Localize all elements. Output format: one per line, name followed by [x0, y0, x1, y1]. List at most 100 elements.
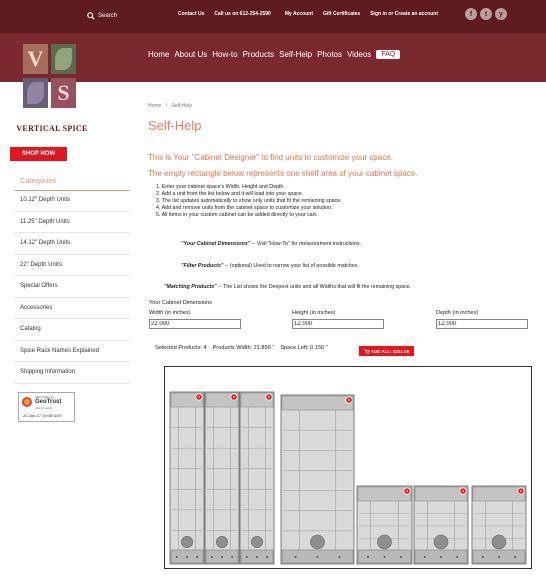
height-label: Height (in inches): [292, 310, 336, 316]
seal-verify: click to verify: [35, 406, 53, 410]
category-item-catalog[interactable]: Catalog: [14, 319, 130, 341]
width-input[interactable]: [149, 319, 241, 329]
breadcrumb-home[interactable]: Home: [148, 103, 161, 109]
contact-us-link[interactable]: Contact Us: [178, 11, 204, 17]
nav-products[interactable]: Products: [243, 50, 275, 59]
depth-input[interactable]: [436, 319, 528, 329]
note-term: "Your Cabinet Dimensions": [181, 241, 251, 247]
unit-screw: [210, 556, 213, 558]
close-icon: ×: [233, 395, 236, 400]
unit-screw: [456, 556, 459, 558]
selected-products-count: Selected Products: 4: [155, 345, 207, 351]
unit-top-shelf: [281, 395, 354, 411]
category-list: 10.12" Depth Units 11.25" Depth Units 14…: [14, 190, 130, 384]
note-matching-products: "Matching Products" -- The List shows th…: [164, 284, 411, 290]
unit-screw: [231, 556, 234, 558]
geotrust-logo-icon: [22, 397, 32, 407]
cart-icon: [363, 348, 370, 354]
search-label: Search: [98, 13, 118, 19]
short-unit-1[interactable]: ×: [356, 485, 413, 565]
nav-home[interactable]: Home: [148, 50, 169, 59]
unit-screw: [338, 556, 341, 558]
categories-heading: Categories: [20, 176, 57, 185]
page-title: Self-Help: [148, 118, 202, 133]
note-filter-products: "Filter Products" -- (optional) Used to …: [181, 263, 359, 269]
gift-certificates-link[interactable]: Gift Certificates: [323, 11, 360, 17]
note-text: -- Visit "How-To" for measurement instru…: [250, 241, 362, 247]
add-all-label: ADD ALL: $221.00: [370, 348, 410, 354]
add-all-to-cart-button[interactable]: ADD ALL: $221.00: [359, 346, 414, 356]
twitter-icon[interactable]: t: [480, 8, 492, 20]
unit-screw: [367, 556, 369, 558]
category-item-14-12-depth[interactable]: 14.12" Depth Units: [14, 233, 130, 255]
unit-screw: [316, 556, 319, 558]
page: Search Contact Us Call us on 612-254-259…: [0, 0, 546, 581]
step-4: 4. Add and remove units from the cabinet…: [156, 205, 333, 211]
intro-heading-2: The empty rectangle below represents one…: [148, 169, 418, 178]
close-icon: ×: [268, 395, 271, 400]
geotrust-seal[interactable]: SECURED BY GeoTrust click to verify 20-J…: [18, 392, 75, 422]
unit-handle: [377, 534, 392, 550]
unit-handle: [181, 536, 193, 548]
unit-handle: [491, 534, 507, 550]
category-item-special-offers[interactable]: Special Offers: [14, 276, 130, 298]
close-icon: ×: [348, 398, 351, 403]
search-icon: [87, 12, 95, 20]
unit-top-shelf: [414, 486, 468, 502]
facebook-icon[interactable]: f: [465, 8, 477, 20]
unit-handle: [216, 536, 228, 548]
nav-about-us[interactable]: About Us: [174, 50, 207, 59]
dimensions-title: Your Cabinet Dimensions: [149, 300, 212, 306]
nav-videos[interactable]: Videos: [347, 50, 371, 59]
unit-top-shelf: [472, 486, 526, 502]
youtube-icon[interactable]: y: [495, 8, 507, 20]
shop-now-button[interactable]: SHOP NOW: [10, 147, 67, 161]
top-bar: Search Contact Us Call us on 612-254-259…: [0, 0, 546, 33]
tall-narrow-unit-3[interactable]: ×: [239, 391, 275, 565]
unit-top-shelf: [357, 486, 412, 502]
space-left: Space Left: 0.150 ": [280, 345, 328, 351]
unit-screw: [481, 556, 484, 558]
unit-screw: [440, 556, 442, 558]
tall-narrow-unit-1[interactable]: ×: [169, 391, 205, 565]
unit-handle: [251, 536, 263, 548]
herb-icon: [55, 48, 72, 70]
nav-photos[interactable]: Photos: [317, 50, 342, 59]
tall-narrow-unit-2[interactable]: ×: [204, 391, 240, 565]
height-input[interactable]: [292, 319, 384, 329]
tall-wide-unit[interactable]: ×: [280, 394, 355, 565]
site-logo[interactable]: V S VERTICAL SPICE: [16, 37, 88, 137]
close-icon: ×: [406, 489, 409, 494]
short-unit-2[interactable]: ×: [413, 485, 469, 565]
unit-handle: [433, 534, 449, 550]
selection-summary: Selected Products: 4 Products Width: 21.…: [155, 345, 328, 351]
category-item-accessories[interactable]: Accessories: [14, 298, 130, 319]
unit-screw: [266, 556, 269, 558]
nav-faq-button[interactable]: FAQ: [376, 50, 401, 59]
note-text: -- (optional) Used to narrow your list o…: [223, 263, 359, 269]
category-item-spice-rack-names[interactable]: Spice Rack Names Explained: [14, 341, 130, 362]
phone-link[interactable]: Call us on 612-254-2590: [214, 11, 270, 17]
seal-brand: GeoTrust: [35, 399, 62, 405]
note-term: "Filter Products": [181, 263, 224, 269]
unit-screw: [400, 556, 402, 558]
nav-how-to[interactable]: How-to: [212, 50, 237, 59]
unit-screw: [256, 556, 258, 558]
category-item-10-12-depth[interactable]: 10.12" Depth Units: [14, 190, 130, 212]
logo-tile-s: S: [51, 78, 76, 108]
my-account-link[interactable]: My Account: [285, 11, 313, 17]
cabinet-space[interactable]: × × × × × × ×: [164, 366, 532, 569]
category-item-11-25-depth[interactable]: 11.25" Depth Units: [14, 212, 130, 233]
nav-self-help[interactable]: Self-Help: [279, 50, 312, 59]
unit-screw: [196, 556, 199, 558]
cabinet-units-drawing: × × × × × × ×: [169, 391, 527, 565]
category-item-22-depth[interactable]: 22" Depth Units: [14, 255, 130, 276]
short-unit-3[interactable]: ×: [471, 485, 527, 565]
sign-in-link[interactable]: Sign in or Create an account: [370, 11, 438, 17]
note-text: -- The List shows the Deepest units and …: [216, 284, 412, 290]
search-link[interactable]: Search: [87, 12, 117, 20]
breadcrumb-separator: /: [165, 103, 168, 109]
category-item-shipping-info[interactable]: Shipping Information: [14, 362, 130, 384]
note-term: "Matching Products": [164, 284, 217, 290]
utility-links: Contact Us Call us on 612-254-2590 My Ac…: [178, 11, 438, 17]
